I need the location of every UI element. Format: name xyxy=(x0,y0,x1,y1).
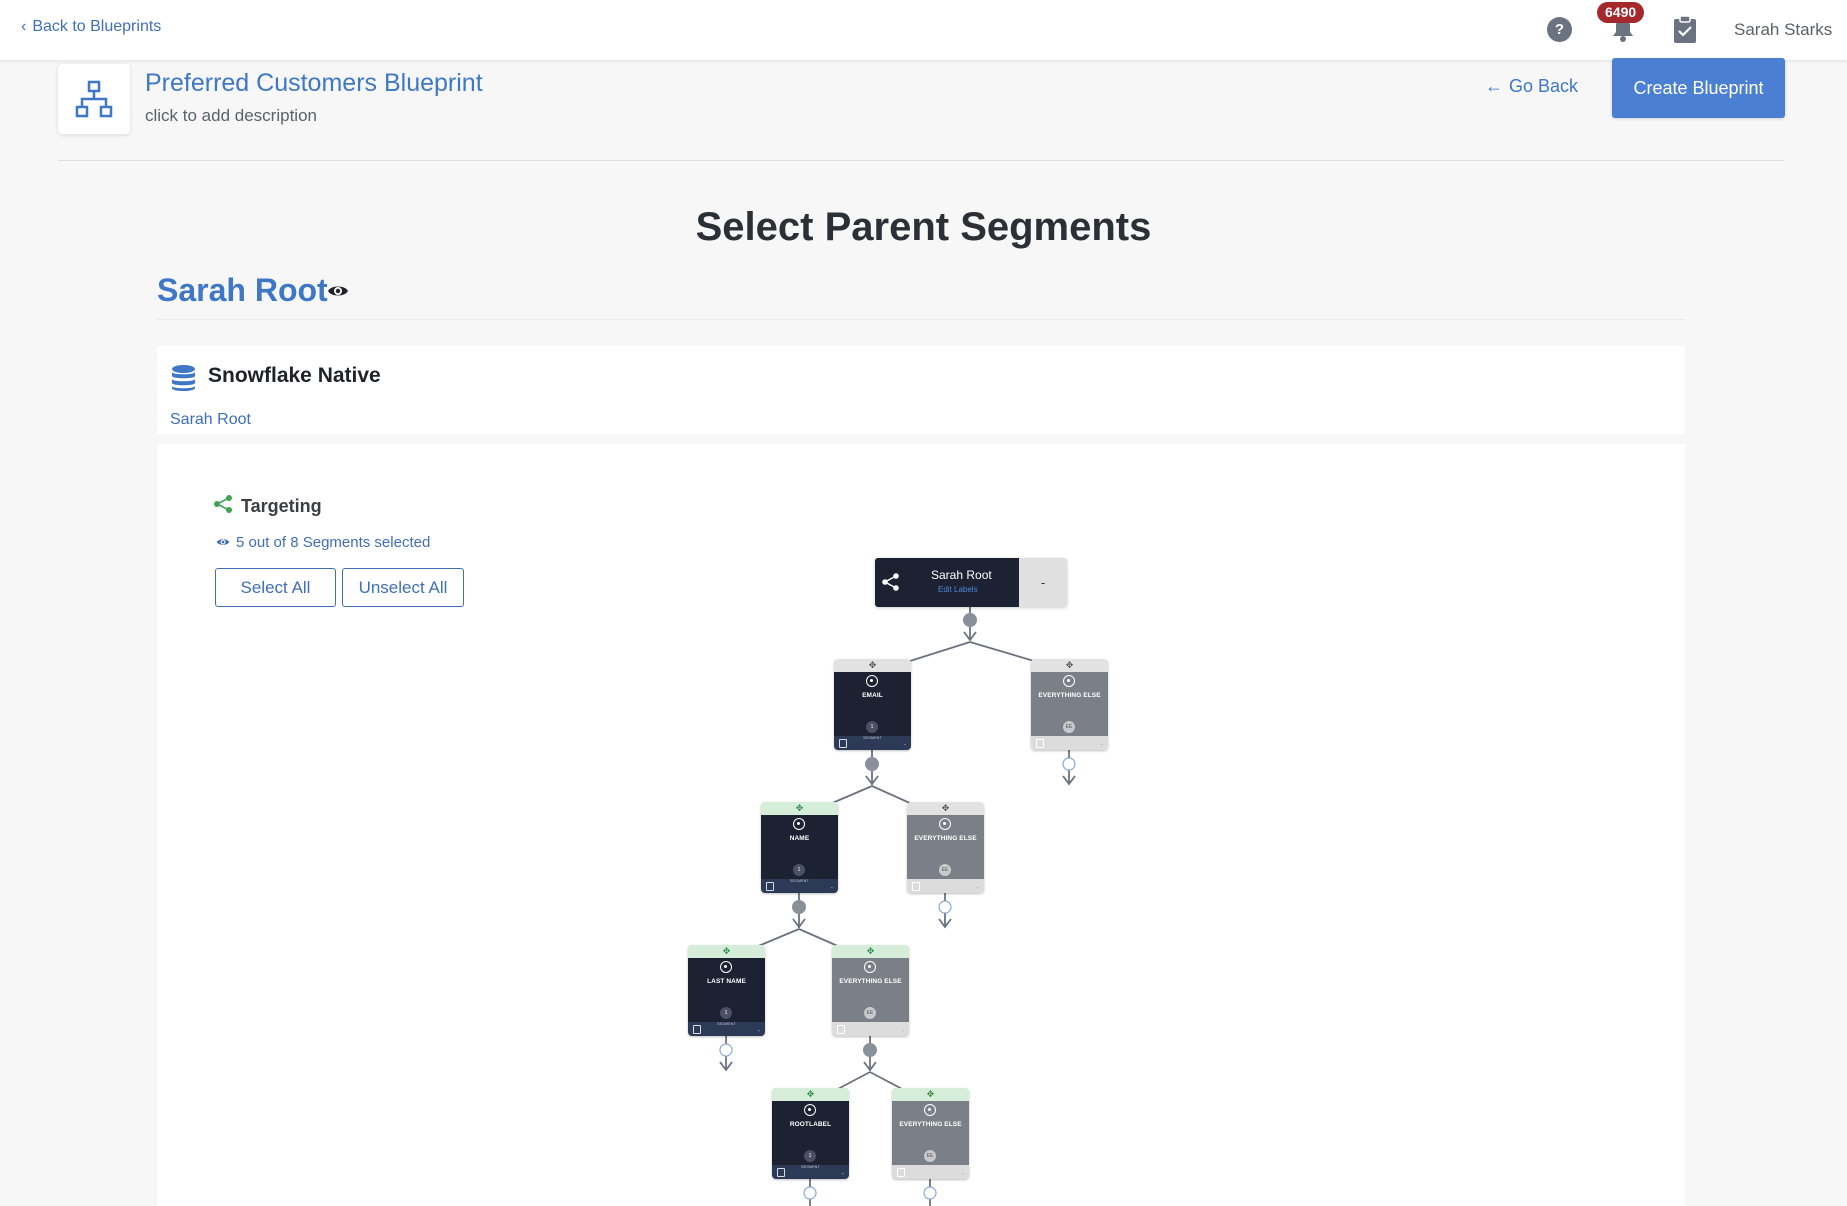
target-icon xyxy=(939,818,951,830)
segment-footer-dash: - xyxy=(976,883,979,892)
segment-count: EE xyxy=(939,864,951,876)
drag-handle[interactable]: ✥ xyxy=(832,945,909,958)
root-node-name: Sarah Root xyxy=(931,568,992,582)
segment-node-everything-else[interactable]: ✥ EVERYTHING ELSE EE - xyxy=(1031,659,1108,750)
segment-node-everything-else[interactable]: ✥ EVERYTHING ELSE EE - xyxy=(892,1088,969,1179)
drag-handle[interactable]: ✥ xyxy=(772,1088,849,1101)
drag-handle[interactable]: ✥ xyxy=(907,802,984,815)
note-icon[interactable] xyxy=(1036,739,1044,748)
segment-footer: SEGMENT - xyxy=(688,1022,765,1036)
edit-labels-link[interactable]: Edit Labels xyxy=(938,585,978,594)
segment-count: EE xyxy=(864,1007,876,1019)
note-icon[interactable] xyxy=(837,1025,845,1034)
drag-handle[interactable]: ✥ xyxy=(688,945,765,958)
segment-count: 1 xyxy=(793,864,805,876)
segment-node-everything-else[interactable]: ✥ EVERYTHING ELSE EE - xyxy=(832,945,909,1036)
segment-footer-dash: - xyxy=(841,1169,844,1178)
segment-footer: SEGMENT - xyxy=(772,1165,849,1179)
segment-label: EMAIL xyxy=(862,692,883,699)
note-icon[interactable] xyxy=(897,1168,905,1177)
root-node-value: - xyxy=(1019,558,1067,607)
note-icon[interactable] xyxy=(693,1025,701,1034)
share-nodes-icon xyxy=(882,573,899,591)
segment-footer-dash: - xyxy=(961,1169,964,1178)
root-node-body: Sarah Root Edit Labels xyxy=(875,558,1019,607)
drag-handle[interactable]: ✥ xyxy=(834,659,911,672)
segment-node-rootlabel[interactable]: ✥ ROOTLABEL 1 SEGMENT - xyxy=(772,1088,849,1179)
segment-count: 1 xyxy=(866,721,878,733)
segment-footer-dash: - xyxy=(757,1026,760,1035)
segment-footer: SEGMENT - xyxy=(834,736,911,750)
note-icon[interactable] xyxy=(766,882,774,891)
segment-body: EVERYTHING ELSE EE xyxy=(907,815,984,879)
segment-label: EVERYTHING ELSE xyxy=(899,1121,962,1128)
segment-footer: SEGMENT - xyxy=(761,879,838,893)
segment-node-email[interactable]: ✥ EMAIL 1 SEGMENT - xyxy=(834,659,911,750)
segment-node-everything-else[interactable]: ✥ EVERYTHING ELSE EE - xyxy=(907,802,984,893)
note-icon[interactable] xyxy=(777,1168,785,1177)
segment-node-name[interactable]: ✥ NAME 1 SEGMENT - xyxy=(761,802,838,893)
segment-body: EVERYTHING ELSE EE xyxy=(832,958,909,1022)
segment-footer: - xyxy=(832,1022,909,1036)
segment-body: LAST NAME 1 xyxy=(688,958,765,1022)
note-icon[interactable] xyxy=(839,739,847,748)
segment-footer-dash: - xyxy=(1100,740,1103,749)
segment-footer-dash: - xyxy=(901,1026,904,1035)
segment-footer: - xyxy=(907,879,984,893)
target-icon xyxy=(804,1104,816,1116)
segment-body: NAME 1 xyxy=(761,815,838,879)
segment-footer-dash: - xyxy=(903,740,906,749)
segment-body: ROOTLABEL 1 xyxy=(772,1101,849,1165)
segment-count: EE xyxy=(1063,721,1075,733)
segment-body: EVERYTHING ELSE EE xyxy=(892,1101,969,1165)
target-icon xyxy=(1063,675,1075,687)
segment-label: EVERYTHING ELSE xyxy=(839,978,902,985)
drag-handle[interactable]: ✥ xyxy=(1031,659,1108,672)
segment-node-last-name[interactable]: ✥ LAST NAME 1 SEGMENT - xyxy=(688,945,765,1036)
note-icon[interactable] xyxy=(912,882,920,891)
segment-label: EVERYTHING ELSE xyxy=(1038,692,1101,699)
target-icon xyxy=(864,961,876,973)
tree-root-node[interactable]: Sarah Root Edit Labels - xyxy=(875,558,1067,607)
target-icon xyxy=(720,961,732,973)
segment-count: 1 xyxy=(804,1150,816,1162)
segment-footer-dash: - xyxy=(830,883,833,892)
segment-label: NAME xyxy=(789,835,810,842)
segment-footer: - xyxy=(1031,736,1108,750)
target-icon xyxy=(866,675,878,687)
segment-body: EVERYTHING ELSE EE xyxy=(1031,672,1108,736)
segment-label: EVERYTHING ELSE xyxy=(914,835,977,842)
drag-handle[interactable]: ✥ xyxy=(892,1088,969,1101)
segment-body: EMAIL 1 xyxy=(834,672,911,736)
segment-label: ROOTLABEL xyxy=(789,1121,832,1128)
segment-label: LAST NAME xyxy=(707,978,746,985)
segment-count: 1 xyxy=(720,1007,732,1019)
drag-handle[interactable]: ✥ xyxy=(761,802,838,815)
segment-footer: - xyxy=(892,1165,969,1179)
target-icon xyxy=(793,818,805,830)
target-icon xyxy=(924,1104,936,1116)
segment-count: EE xyxy=(924,1150,936,1162)
